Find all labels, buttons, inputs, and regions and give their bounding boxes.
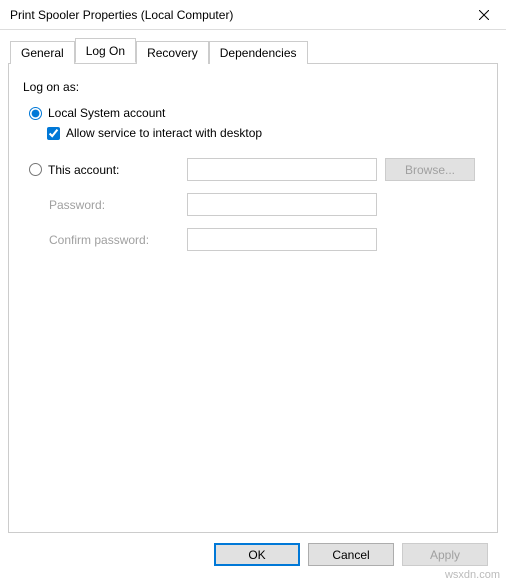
local-system-row: Local System account	[29, 106, 483, 120]
titlebar: Print Spooler Properties (Local Computer…	[0, 0, 506, 30]
local-system-label: Local System account	[48, 106, 165, 120]
this-account-radio[interactable]	[29, 163, 42, 176]
apply-button: Apply	[402, 543, 488, 566]
browse-button: Browse...	[385, 158, 475, 181]
dialog-body: General Log On Recovery Dependencies Log…	[0, 30, 506, 574]
password-input	[187, 193, 377, 216]
confirm-password-label: Confirm password:	[29, 233, 179, 247]
window-title: Print Spooler Properties (Local Computer…	[10, 8, 233, 22]
this-account-cell: This account:	[29, 163, 179, 177]
section-title: Log on as:	[23, 80, 483, 94]
watermark: wsxdn.com	[445, 569, 500, 581]
interact-row: Allow service to interact with desktop	[47, 126, 483, 140]
confirm-password-input	[187, 228, 377, 251]
account-input[interactable]	[187, 158, 377, 181]
tab-dependencies[interactable]: Dependencies	[209, 41, 308, 64]
close-icon	[479, 10, 489, 20]
interact-checkbox[interactable]	[47, 127, 60, 140]
local-system-radio[interactable]	[29, 107, 42, 120]
tab-strip: General Log On Recovery Dependencies	[10, 38, 498, 63]
this-account-label: This account:	[48, 163, 119, 177]
account-grid: This account: Browse... Password: Confir…	[29, 158, 483, 251]
ok-button[interactable]: OK	[214, 543, 300, 566]
tab-recovery[interactable]: Recovery	[136, 41, 209, 64]
close-button[interactable]	[461, 0, 506, 30]
password-label: Password:	[29, 198, 179, 212]
tab-panel-logon: Log on as: Local System account Allow se…	[8, 63, 498, 533]
tab-general[interactable]: General	[10, 41, 75, 64]
cancel-button[interactable]: Cancel	[308, 543, 394, 566]
tab-logon[interactable]: Log On	[75, 38, 136, 63]
bottom-bar: OK Cancel Apply	[8, 533, 498, 566]
interact-label: Allow service to interact with desktop	[66, 126, 262, 140]
